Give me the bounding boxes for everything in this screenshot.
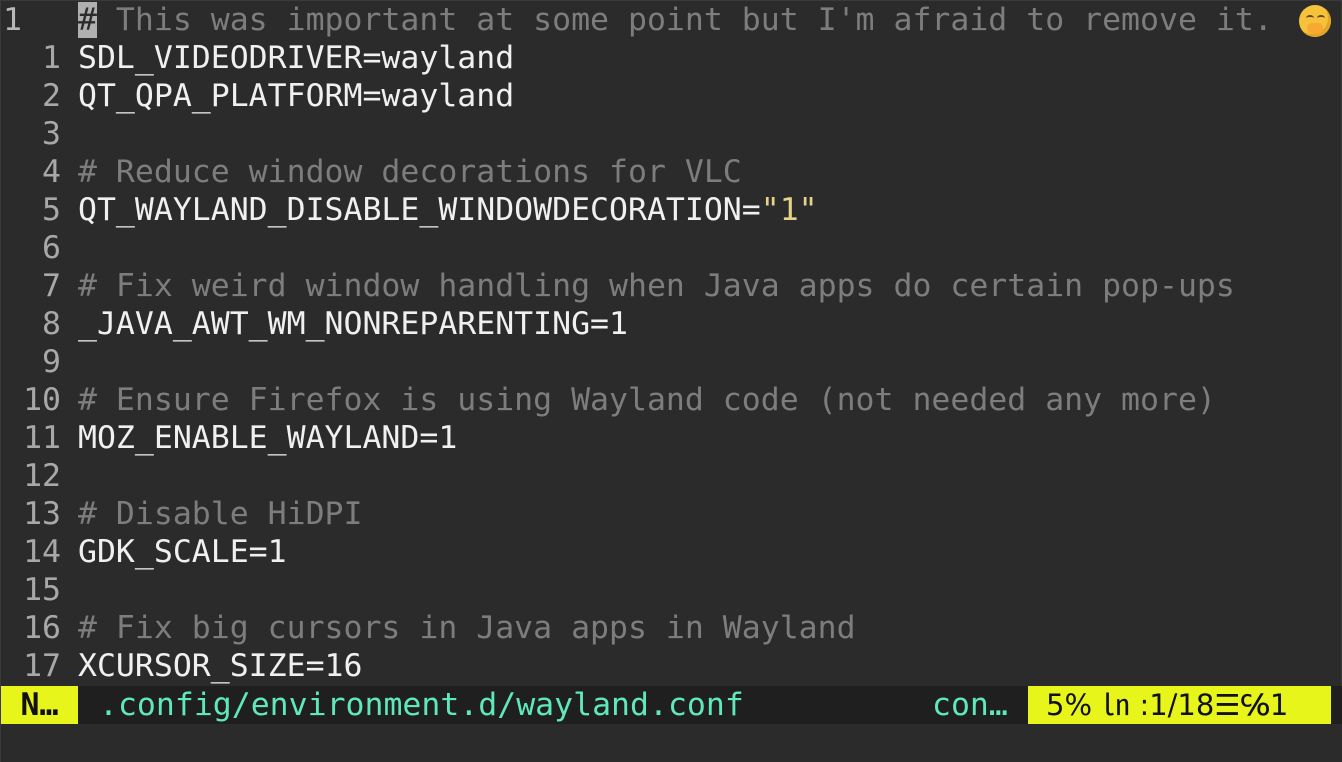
editor-window[interactable]: 1 # This was important at some point but… xyxy=(0,0,1342,762)
line-number: 10 xyxy=(23,382,61,418)
editor-line[interactable]: 2 QT_QPA_PLATFORM=wayland xyxy=(1,77,1342,115)
emoji-hand xyxy=(1307,23,1323,34)
editor-line[interactable]: 14 GDK_SCALE=1 xyxy=(1,533,1342,571)
editor-line[interactable]: 6 xyxy=(1,229,1342,267)
line-number: 7 xyxy=(42,268,61,304)
line-text: _JAVA_AWT_WM_NONREPARENTING=1 xyxy=(78,306,628,342)
line-number: 1 xyxy=(3,2,22,38)
line-text: # Reduce window decorations for VLC xyxy=(78,154,742,190)
file-type: con… xyxy=(932,687,1008,723)
editor-line[interactable]: 9 xyxy=(1,343,1342,381)
line-text: SDL_VIDEODRIVER=wayland xyxy=(78,40,515,76)
line-text: QT_WAYLAND_DISABLE_WINDOWDECORATION= xyxy=(78,192,761,228)
line-number: 1 xyxy=(42,40,61,76)
editor-line[interactable]: 5 QT_WAYLAND_DISABLE_WINDOWDECORATION="1" xyxy=(1,191,1342,229)
line-number: 15 xyxy=(23,572,61,608)
status-line: N… .config/environment.d/wayland.conf co… xyxy=(1,686,1342,724)
editor-line[interactable]: 10 # Ensure Firefox is using Wayland code… xyxy=(1,381,1342,419)
line-content[interactable]: MOZ_ENABLE_WAYLAND=1 xyxy=(78,419,457,457)
line-text: XCURSOR_SIZE=16 xyxy=(78,648,363,684)
comment-text[interactable]: # Fix big cursors in Java apps in Waylan… xyxy=(78,609,856,647)
comment-text[interactable]: # Ensure Firefox is using Wayland code (… xyxy=(78,381,1216,419)
emoji-eye xyxy=(1317,15,1325,21)
line-number: 2 xyxy=(42,78,61,114)
comment-text[interactable]: # Fix weird window handling when Java ap… xyxy=(78,267,1235,305)
line-number: 6 xyxy=(42,230,61,266)
editor-line[interactable]: 1 SDL_VIDEODRIVER=wayland xyxy=(1,39,1342,77)
string-literal: "1" xyxy=(760,192,818,228)
face-with-hand-over-mouth-icon xyxy=(1299,5,1331,37)
editor-buffer[interactable]: 1 # This was important at some point but… xyxy=(1,1,1342,685)
line-content[interactable]: GDK_SCALE=1 xyxy=(78,533,287,571)
line-content[interactable]: XCURSOR_SIZE=16 xyxy=(78,647,362,685)
editor-line[interactable]: 11 MOZ_ENABLE_WAYLAND=1 xyxy=(1,419,1342,457)
line-text: # Fix weird window handling when Java ap… xyxy=(78,268,1235,304)
line-number: 16 xyxy=(23,610,61,646)
comment-text[interactable]: # Disable HiDPI xyxy=(78,495,362,533)
cursor-position: 5% ㏑ :1/18☰℅1 xyxy=(1028,686,1331,724)
line-content[interactable]: _JAVA_AWT_WM_NONREPARENTING=1 xyxy=(78,305,628,343)
line-content[interactable]: QT_QPA_PLATFORM=wayland xyxy=(78,77,514,115)
line-number: 13 xyxy=(23,496,61,532)
line-number: 3 xyxy=(42,116,61,152)
line-number: 4 xyxy=(42,154,61,190)
editor-line[interactable]: 7 # Fix weird window handling when Java a… xyxy=(1,267,1342,305)
editor-line[interactable]: 17 XCURSOR_SIZE=16 xyxy=(1,647,1342,685)
emoji-eye xyxy=(1306,15,1314,21)
line-text: QT_QPA_PLATFORM=wayland xyxy=(78,78,515,114)
file-path: .config/environment.d/wayland.conf xyxy=(99,687,744,723)
editor-line[interactable]: 16 # Fix big cursors in Java apps in Wayl… xyxy=(1,609,1342,647)
line-number: 5 xyxy=(42,192,61,228)
editor-line[interactable]: 3 xyxy=(1,115,1342,153)
line-number: 14 xyxy=(23,534,61,570)
line-number: 17 xyxy=(23,648,61,684)
editor-line[interactable]: 13 # Disable HiDPI xyxy=(1,495,1342,533)
line-content[interactable]: QT_WAYLAND_DISABLE_WINDOWDECORATION="1" xyxy=(78,191,818,229)
comment-text[interactable]: # Reduce window decorations for VLC xyxy=(78,153,742,191)
line-content[interactable]: # This was important at some point but I… xyxy=(78,1,1273,39)
text-cursor: # xyxy=(78,2,97,38)
line-text: # Ensure Firefox is using Wayland code (… xyxy=(78,382,1216,418)
editor-line-current[interactable]: 1 # This was important at some point but… xyxy=(1,1,1342,39)
editor-line[interactable]: 12 xyxy=(1,457,1342,495)
editor-line[interactable]: 4 # Reduce window decorations for VLC xyxy=(1,153,1342,191)
comment-text: This was important at some point but I'm… xyxy=(96,2,1273,38)
line-text: # Fix big cursors in Java apps in Waylan… xyxy=(78,610,856,646)
editor-line[interactable]: 15 xyxy=(1,571,1342,609)
line-content[interactable]: SDL_VIDEODRIVER=wayland xyxy=(78,39,514,77)
editor-line[interactable]: 8 _JAVA_AWT_WM_NONREPARENTING=1 xyxy=(1,305,1342,343)
line-number: 11 xyxy=(23,420,61,456)
command-line[interactable] xyxy=(1,724,1342,762)
line-text: GDK_SCALE=1 xyxy=(78,534,287,570)
line-number: 9 xyxy=(42,344,61,380)
line-number: 12 xyxy=(23,458,61,494)
line-text: MOZ_ENABLE_WAYLAND=1 xyxy=(78,420,458,456)
line-text: # Disable HiDPI xyxy=(78,496,363,532)
line-number: 8 xyxy=(42,306,61,342)
mode-indicator: N… xyxy=(1,686,78,724)
